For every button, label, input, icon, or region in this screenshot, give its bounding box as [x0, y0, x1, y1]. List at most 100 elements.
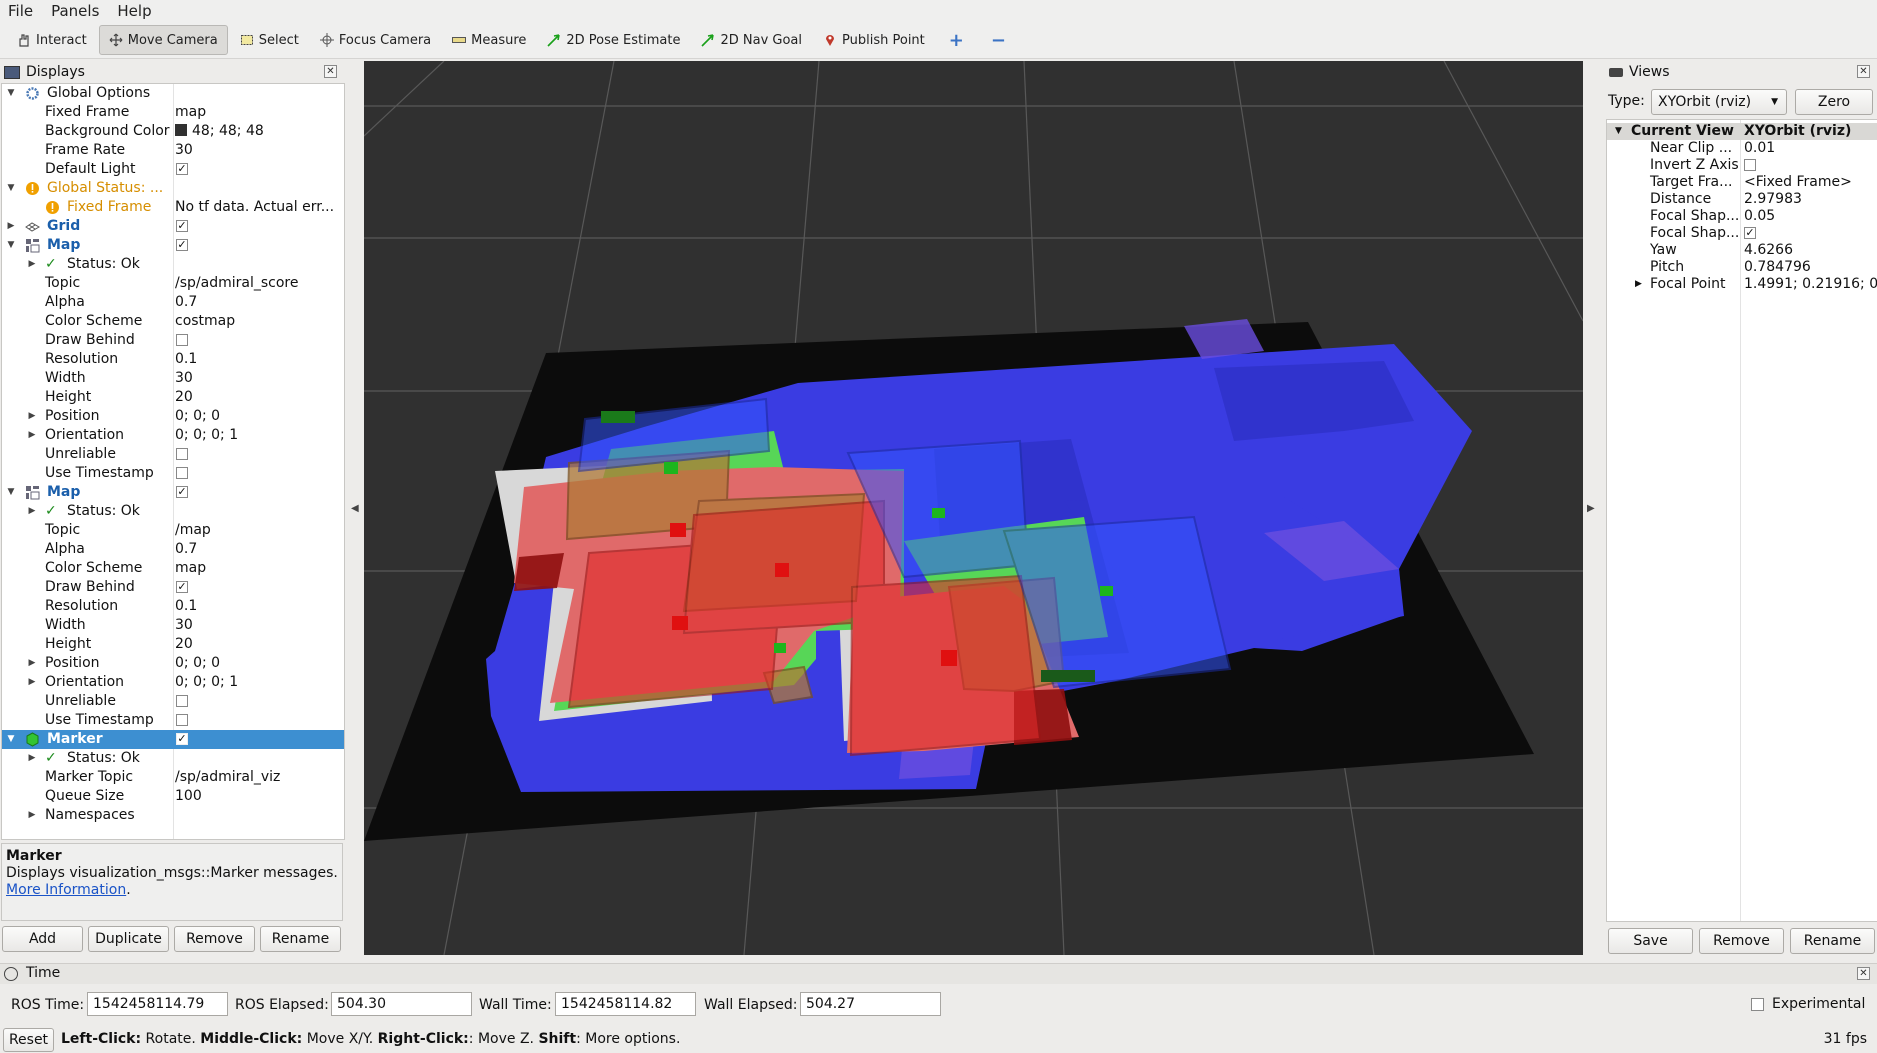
tree-row-map-1[interactable]: ▼ Map ✓: [2, 236, 344, 255]
tree-row-map-2-topic[interactable]: Topic /map: [2, 521, 344, 540]
tree-row-marker[interactable]: ▼ Marker ✓: [2, 730, 344, 749]
default-light-checkbox[interactable]: ✓: [176, 163, 188, 175]
menu-panels[interactable]: Panels: [42, 2, 108, 20]
map-2-checkbox[interactable]: ✓: [176, 486, 188, 498]
tree-row-focal-shape-size[interactable]: Focal Shap... 0.05: [1607, 208, 1877, 225]
tree-row-distance[interactable]: Distance 2.97983: [1607, 191, 1877, 208]
tree-row-map-2-orientation[interactable]: ▶ Orientation 0; 0; 0; 1: [2, 673, 344, 692]
tree-row-focal-shape-fixed[interactable]: Focal Shap... ✓: [1607, 225, 1877, 242]
tree-row-background-color[interactable]: Background Color 48; 48; 48: [2, 122, 344, 141]
tree-row-status-fixed-frame[interactable]: Fixed Frame No tf data. Actual err...: [2, 198, 344, 217]
map-1-draw-behind-checkbox[interactable]: [176, 334, 188, 346]
ros-time-field[interactable]: 1542458114.79: [87, 992, 228, 1016]
map-1-use-timestamp-checkbox[interactable]: [176, 467, 188, 479]
tree-row-current-view[interactable]: ▼ Current View XYOrbit (rviz): [1607, 123, 1877, 140]
tool-select[interactable]: Select: [231, 25, 308, 55]
map-1-checkbox[interactable]: ✓: [176, 239, 188, 251]
collapse-arrow-icon[interactable]: ▼: [1615, 123, 1622, 140]
marker-checkbox[interactable]: ✓: [176, 733, 188, 745]
collapse-arrow-icon[interactable]: ▼: [6, 483, 16, 502]
time-close-icon[interactable]: ✕: [1857, 967, 1870, 980]
experimental-checkbox[interactable]: [1751, 998, 1764, 1011]
render-viewport[interactable]: [364, 61, 1583, 955]
reset-button[interactable]: Reset: [3, 1028, 54, 1052]
tree-row-map-1-position[interactable]: ▶ Position 0; 0; 0: [2, 407, 344, 426]
view-type-dropdown[interactable]: XYOrbit (rviz) ▼: [1651, 89, 1787, 115]
tree-row-map-1-height[interactable]: Height 20: [2, 388, 344, 407]
map-2-use-timestamp-checkbox[interactable]: [176, 714, 188, 726]
save-view-button[interactable]: Save: [1608, 928, 1693, 954]
tree-row-map-2-resolution[interactable]: Resolution 0.1: [2, 597, 344, 616]
tree-row-target-frame[interactable]: Target Fra... <Fixed Frame>: [1607, 174, 1877, 191]
views-close-icon[interactable]: ✕: [1857, 65, 1870, 78]
tree-row-marker-status[interactable]: ▶ ✓ Status: Ok: [2, 749, 344, 768]
invert-z-checkbox[interactable]: [1744, 159, 1756, 171]
tree-row-map-2-draw-behind[interactable]: Draw Behind ✓: [2, 578, 344, 597]
tree-row-map-1-use-timestamp[interactable]: Use Timestamp: [2, 464, 344, 483]
tree-row-map-1-alpha[interactable]: Alpha 0.7: [2, 293, 344, 312]
background-color-value[interactable]: 48; 48; 48: [175, 122, 264, 141]
tree-row-yaw[interactable]: Yaw 4.6266: [1607, 242, 1877, 259]
ros-elapsed-field[interactable]: 504.30: [331, 992, 472, 1016]
tree-row-grid[interactable]: ▶ Grid ✓: [2, 217, 344, 236]
menu-file[interactable]: File: [0, 2, 42, 20]
map-1-unreliable-checkbox[interactable]: [176, 448, 188, 460]
tree-row-map-2-alpha[interactable]: Alpha 0.7: [2, 540, 344, 559]
collapse-right-panel-icon[interactable]: ▶: [1587, 503, 1595, 514]
collapse-left-panel-icon[interactable]: ◀: [351, 503, 359, 514]
collapse-arrow-icon[interactable]: ▼: [6, 730, 16, 749]
expand-arrow-icon[interactable]: ▶: [27, 255, 37, 274]
tree-row-map-2-unreliable[interactable]: Unreliable: [2, 692, 344, 711]
zero-button[interactable]: Zero: [1795, 89, 1873, 115]
tool-interact[interactable]: Interact: [8, 25, 96, 55]
remove-tool-button[interactable]: −: [979, 25, 1018, 55]
wall-elapsed-field[interactable]: 504.27: [800, 992, 941, 1016]
tree-row-map-2[interactable]: ▼ Map ✓: [2, 483, 344, 502]
expand-arrow-icon[interactable]: ▶: [27, 502, 37, 521]
tree-row-map-2-width[interactable]: Width 30: [2, 616, 344, 635]
tool-measure[interactable]: Measure: [443, 25, 535, 55]
grid-checkbox[interactable]: ✓: [176, 220, 188, 232]
tree-row-near-clip[interactable]: Near Clip ... 0.01: [1607, 140, 1877, 157]
expand-arrow-icon[interactable]: ▶: [1635, 276, 1642, 293]
tool-move-camera[interactable]: Move Camera: [98, 25, 228, 55]
tree-row-map-1-unreliable[interactable]: Unreliable: [2, 445, 344, 464]
collapse-arrow-icon[interactable]: ▼: [6, 236, 16, 255]
expand-arrow-icon[interactable]: ▶: [6, 217, 16, 236]
wall-time-field[interactable]: 1542458114.82: [555, 992, 696, 1016]
expand-arrow-icon[interactable]: ▶: [27, 806, 37, 825]
menu-help[interactable]: Help: [108, 2, 160, 20]
tree-row-map-2-position[interactable]: ▶ Position 0; 0; 0: [2, 654, 344, 673]
more-information-link[interactable]: More Information: [6, 882, 126, 898]
tree-row-map-1-draw-behind[interactable]: Draw Behind: [2, 331, 344, 350]
tree-row-pitch[interactable]: Pitch 0.784796: [1607, 259, 1877, 276]
add-tool-button[interactable]: +: [937, 25, 976, 55]
tree-row-default-light[interactable]: Default Light ✓: [2, 160, 344, 179]
rename-display-button[interactable]: Rename: [260, 926, 341, 952]
duplicate-display-button[interactable]: Duplicate: [88, 926, 169, 952]
tree-row-map-1-color-scheme[interactable]: Color Scheme costmap: [2, 312, 344, 331]
collapse-arrow-icon[interactable]: ▼: [6, 179, 16, 198]
tree-row-map-1-topic[interactable]: Topic /sp/admiral_score: [2, 274, 344, 293]
expand-arrow-icon[interactable]: ▶: [27, 654, 37, 673]
tree-row-marker-queue-size[interactable]: Queue Size 100: [2, 787, 344, 806]
expand-arrow-icon[interactable]: ▶: [27, 749, 37, 768]
rename-view-button[interactable]: Rename: [1790, 928, 1875, 954]
add-display-button[interactable]: Add: [2, 926, 83, 952]
tool-publish-point[interactable]: Publish Point: [814, 25, 934, 55]
tree-row-fixed-frame[interactable]: Fixed Frame map: [2, 103, 344, 122]
tree-row-map-2-color-scheme[interactable]: Color Scheme map: [2, 559, 344, 578]
tree-row-global-options[interactable]: ▼ Global Options: [2, 84, 344, 103]
tree-row-frame-rate[interactable]: Frame Rate 30: [2, 141, 344, 160]
expand-arrow-icon[interactable]: ▶: [27, 407, 37, 426]
collapse-arrow-icon[interactable]: ▼: [6, 84, 16, 103]
expand-arrow-icon[interactable]: ▶: [27, 673, 37, 692]
tree-row-focal-point[interactable]: ▶ Focal Point 1.4991; 0.21916; 0: [1607, 276, 1877, 293]
tree-row-map-2-status[interactable]: ▶ ✓ Status: Ok: [2, 502, 344, 521]
map-2-unreliable-checkbox[interactable]: [176, 695, 188, 707]
tree-row-invert-z[interactable]: Invert Z Axis: [1607, 157, 1877, 174]
tree-row-global-status[interactable]: ▼ Global Status: ...: [2, 179, 344, 198]
expand-arrow-icon[interactable]: ▶: [27, 426, 37, 445]
tree-row-marker-namespaces[interactable]: ▶ Namespaces: [2, 806, 344, 825]
tree-row-map-1-orientation[interactable]: ▶ Orientation 0; 0; 0; 1: [2, 426, 344, 445]
